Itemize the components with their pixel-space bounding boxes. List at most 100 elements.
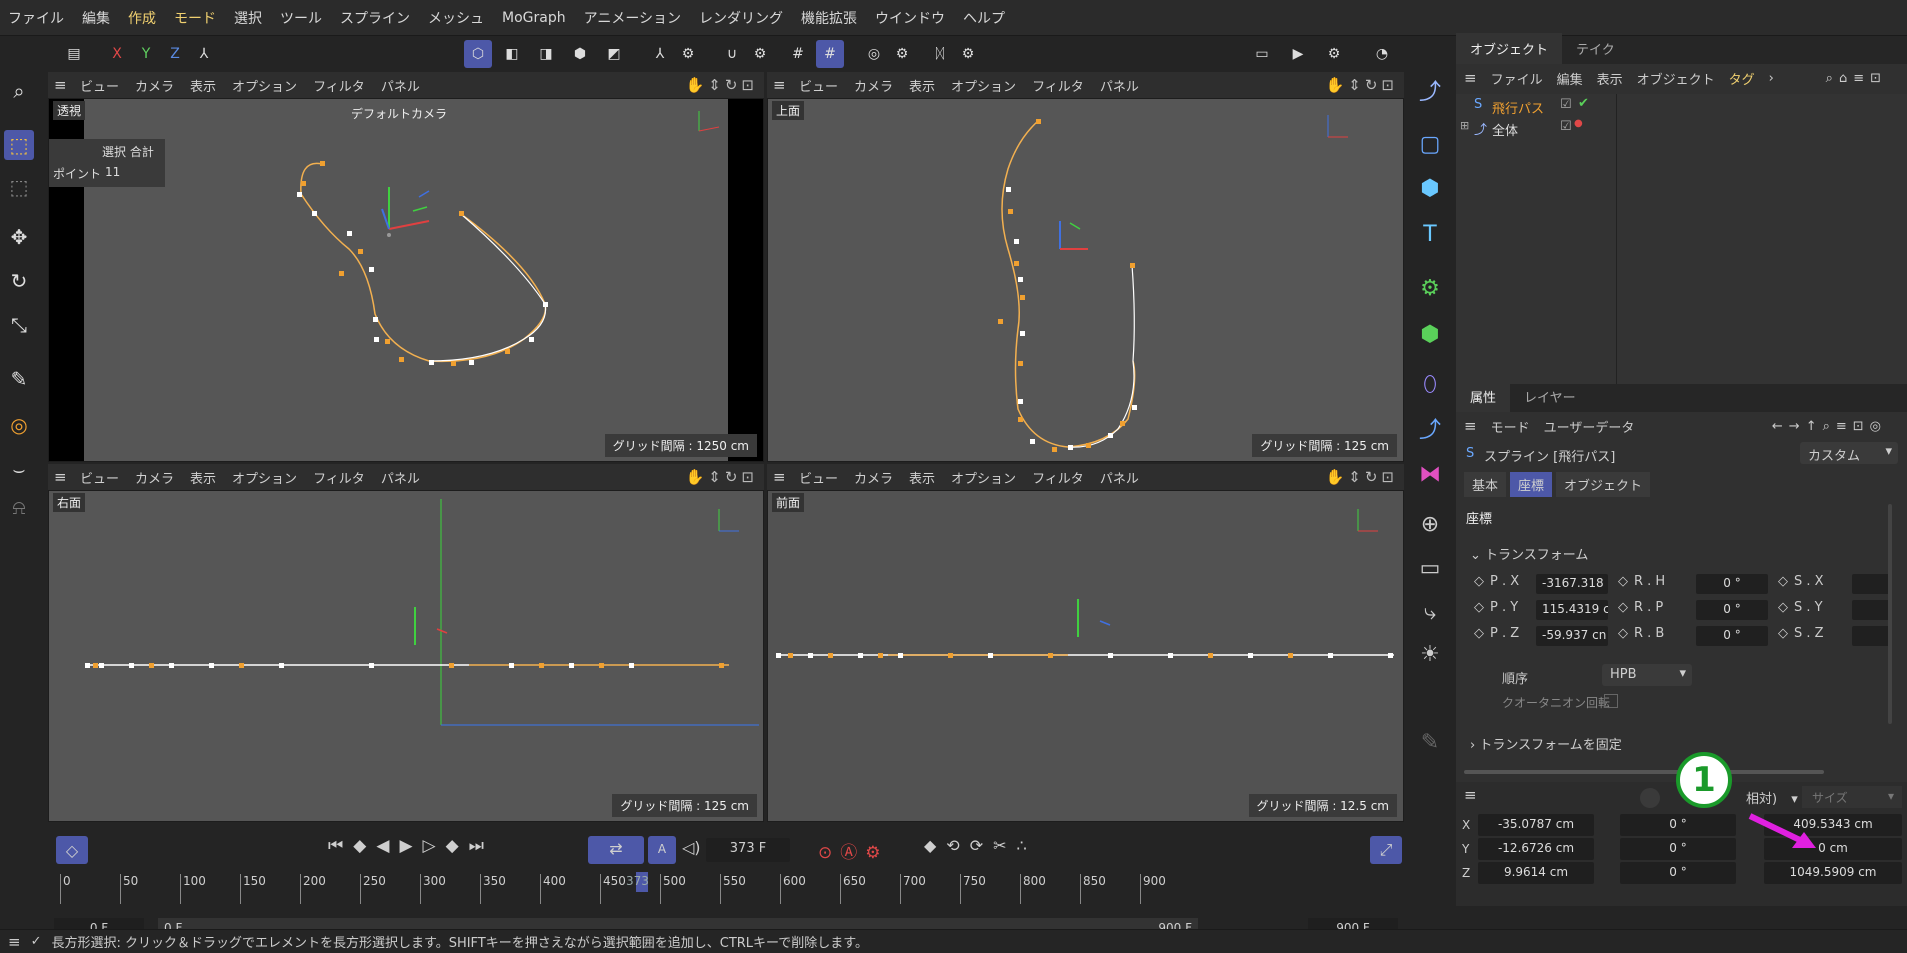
- undo-stack-icon[interactable]: ▤: [60, 40, 88, 68]
- vp-menu-camera[interactable]: カメラ: [135, 468, 174, 487]
- snap-settings-gear-icon[interactable]: ⚙: [746, 40, 774, 68]
- menu-create[interactable]: 作成: [128, 8, 156, 28]
- vp-menu-camera[interactable]: カメラ: [854, 468, 893, 487]
- keyframe-diamond-icon[interactable]: ◇: [1618, 626, 1628, 641]
- om-menu-edit[interactable]: 編集: [1557, 69, 1583, 88]
- cube-icon[interactable]: ⬢: [1414, 172, 1446, 204]
- px-field[interactable]: -3167.318: [1536, 574, 1608, 594]
- vp-menu-options[interactable]: オプション: [951, 468, 1016, 487]
- vp-menu-view[interactable]: ビュー: [799, 468, 838, 487]
- vp-menu-panel[interactable]: パネル: [381, 76, 420, 95]
- vp-menu-camera[interactable]: カメラ: [135, 76, 174, 95]
- search-icon[interactable]: ⌕: [4, 76, 34, 106]
- view-navigation-icons[interactable]: ✋⇕↻⊡: [686, 76, 758, 94]
- menu-mesh[interactable]: メッシュ: [428, 8, 484, 28]
- menu-mograph[interactable]: MoGraph: [502, 10, 566, 26]
- am-nav-icons[interactable]: ←→↑⌕≡⊡◎: [1772, 419, 1887, 434]
- rectangle-select-icon[interactable]: ⬚: [4, 130, 34, 160]
- edge-mode-icon[interactable]: ◨: [532, 40, 560, 68]
- render-dot-icon[interactable]: ●: [1574, 118, 1583, 129]
- light-icon[interactable]: ☀: [1414, 638, 1446, 670]
- am-menu-mode[interactable]: モード: [1491, 417, 1530, 436]
- camera-icon[interactable]: ▭: [1414, 552, 1446, 584]
- render-region-icon[interactable]: ▭: [1248, 40, 1276, 68]
- vp-menu-filter[interactable]: フィルタ: [313, 468, 365, 487]
- mograph-cloner-icon[interactable]: ⧓: [1414, 458, 1446, 490]
- rotation-order-dropdown[interactable]: HPB ▾: [1602, 664, 1692, 686]
- om-menu-view[interactable]: 表示: [1597, 69, 1623, 88]
- workplane-grid-icon[interactable]: #: [816, 40, 844, 68]
- rotate-icon[interactable]: ↻: [4, 266, 34, 296]
- keyframe-diamond-icon[interactable]: ◇: [1474, 574, 1484, 589]
- menu-extensions[interactable]: 機能拡張: [801, 8, 857, 28]
- vp-menu-panel[interactable]: パネル: [1100, 76, 1139, 95]
- axis-settings-gear-icon[interactable]: ⚙: [674, 40, 702, 68]
- vp-menu-filter[interactable]: フィルタ: [1032, 76, 1084, 95]
- coord-mode-dropdown[interactable]: 相対) ▾: [1746, 788, 1798, 807]
- current-frame-field[interactable]: 373 F: [706, 838, 790, 862]
- py-field[interactable]: 115.4319 c: [1536, 600, 1608, 620]
- object-row-all[interactable]: ⊞ ⤴ 全体 ☑ ●: [1456, 118, 1907, 139]
- hamburger-icon[interactable]: ≡: [1464, 786, 1477, 804]
- polygon-mode-icon[interactable]: ⬢: [566, 40, 594, 68]
- target-settings-gear-icon[interactable]: ⚙: [888, 40, 916, 68]
- y-axis-lock[interactable]: Y: [132, 40, 160, 68]
- visibility-toggle-icon[interactable]: ☑: [1560, 119, 1572, 134]
- bell-icon[interactable]: ⍾: [4, 492, 34, 522]
- menu-select[interactable]: 選択: [234, 8, 262, 28]
- stage-icon[interactable]: ⤷: [1414, 596, 1446, 628]
- fullscreen-toggle-icon[interactable]: ⤢: [1370, 836, 1402, 864]
- coord-rot-y[interactable]: 0 °: [1620, 838, 1736, 860]
- render-view-icon[interactable]: ▶: [1284, 40, 1312, 68]
- hamburger-icon[interactable]: ≡: [773, 76, 791, 94]
- key-filter-buttons[interactable]: ◆⟲⟳✂∴: [924, 836, 1084, 864]
- point-mode-icon[interactable]: ◧: [498, 40, 526, 68]
- vp-menu-display[interactable]: 表示: [190, 468, 216, 487]
- symmetry-icon[interactable]: ᛞ: [926, 40, 954, 68]
- view-navigation-icons[interactable]: ✋⇕↻⊡: [1326, 468, 1398, 486]
- hamburger-icon[interactable]: ≡: [773, 468, 791, 486]
- menu-spline[interactable]: スプライン: [340, 8, 410, 28]
- transform-group-toggle[interactable]: ⌄ トランスフォーム: [1470, 544, 1588, 563]
- keyframe-diamond-icon[interactable]: ◇: [1778, 574, 1788, 589]
- tab-takes[interactable]: テイク: [1562, 33, 1629, 64]
- vp-menu-panel[interactable]: パネル: [381, 468, 420, 487]
- spline-rectangle-icon[interactable]: ▢: [1414, 128, 1446, 160]
- scale-icon[interactable]: ⤡: [4, 310, 34, 340]
- horizontal-scrollbar[interactable]: [1464, 770, 1824, 774]
- sound-icon[interactable]: ◁): [682, 838, 701, 857]
- fix-transform-toggle[interactable]: › トランスフォームを固定: [1470, 734, 1622, 753]
- coord-size-z[interactable]: 1049.5909 cm: [1764, 862, 1902, 884]
- viewport-perspective[interactable]: 透視 デフォルトカメラ 選択 合計 ポイント 11 グリッド間隔 : 1250 …: [48, 98, 764, 462]
- circle-spline-icon[interactable]: ◎: [4, 410, 34, 440]
- visibility-toggle-icon[interactable]: ☑: [1560, 97, 1572, 112]
- preset-dropdown[interactable]: カスタム ▾: [1800, 442, 1898, 464]
- chevron-right-icon[interactable]: ›: [1769, 71, 1774, 86]
- rb-field[interactable]: 0 °: [1696, 626, 1768, 646]
- model-mode-icon[interactable]: ⬡: [464, 40, 492, 68]
- vp-menu-panel[interactable]: パネル: [1100, 468, 1139, 487]
- move-icon[interactable]: ✥: [4, 222, 34, 252]
- menu-window[interactable]: ウインドウ: [875, 8, 945, 28]
- subtab-coords[interactable]: 座標: [1510, 472, 1553, 497]
- menu-tools[interactable]: ツール: [280, 8, 322, 28]
- keyframe-diamond-icon[interactable]: ◇: [1618, 600, 1628, 615]
- vp-menu-view[interactable]: ビュー: [799, 76, 838, 95]
- object-name[interactable]: 飛行パス: [1492, 98, 1544, 117]
- deformer-cube-icon[interactable]: ⬢: [1414, 318, 1446, 350]
- spline-pen-icon[interactable]: ✎: [4, 364, 34, 394]
- keyframe-diamond-icon[interactable]: ◇: [1474, 600, 1484, 615]
- pz-field[interactable]: -59.937 cn: [1536, 626, 1608, 646]
- vp-menu-options[interactable]: オプション: [951, 76, 1016, 95]
- keyframe-diamond-icon[interactable]: ◇: [1778, 626, 1788, 641]
- keyframe-diamond-icon[interactable]: ◇: [1778, 600, 1788, 615]
- keyframe-diamond-icon[interactable]: ◇: [1618, 574, 1628, 589]
- sx-field[interactable]: [1852, 574, 1892, 594]
- tab-objects[interactable]: オブジェクト: [1456, 33, 1563, 64]
- render-settings-icon[interactable]: ⚙: [1320, 40, 1348, 68]
- hamburger-icon[interactable]: ≡: [8, 933, 21, 951]
- checkmark-icon[interactable]: ✔: [1578, 96, 1589, 111]
- vp-menu-display[interactable]: 表示: [909, 468, 935, 487]
- hamburger-icon[interactable]: ≡: [1464, 69, 1477, 87]
- x-axis-lock[interactable]: X: [103, 40, 131, 68]
